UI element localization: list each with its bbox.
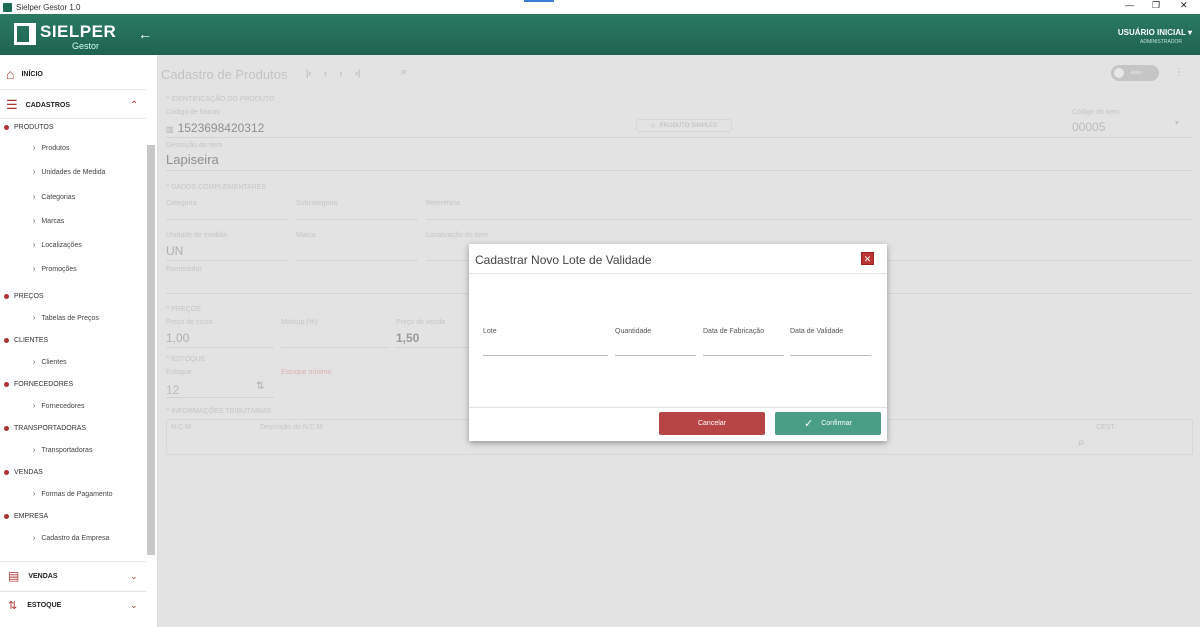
- sidebar-item-estoque[interactable]: ⇅ ESTOQUE ⌄: [8, 599, 154, 612]
- cancel-button[interactable]: Cancelar: [659, 412, 765, 435]
- item-label: Produtos: [41, 145, 70, 152]
- register-icon: ☰: [6, 97, 18, 112]
- logo: SIELPER: [14, 23, 116, 45]
- sidebar-group-vendas[interactable]: VENDAS: [0, 469, 146, 476]
- item-label: Unidades de Medida: [41, 169, 106, 176]
- dialog-title: Cadastrar Novo Lote de Validade: [475, 253, 652, 267]
- item-label: Marcas: [41, 218, 65, 225]
- group-label: PRODUTOS: [14, 124, 54, 131]
- user-menu[interactable]: USUÁRIO INICIAL ▾ ADMINISTRADOR: [1118, 28, 1192, 45]
- restore-button[interactable]: ❐: [1152, 0, 1160, 11]
- sidebar-group-fornecedores[interactable]: FORNECEDORES: [0, 381, 146, 388]
- sidebar-item-localizacoes[interactable]: › Localizações: [33, 242, 82, 249]
- app-icon: [3, 2, 12, 12]
- item-label: Tabelas de Preços: [41, 315, 99, 322]
- chevron-down-icon: ⌄: [130, 570, 138, 581]
- minimize-button[interactable]: —: [1125, 0, 1134, 10]
- sidebar: ⌂ INÍCIO ☰ CADASTROS ⌃ PRODUTOS › Produto…: [0, 55, 158, 627]
- sort-arrows-icon: ⇅: [8, 600, 18, 612]
- logo-mark: [14, 23, 36, 45]
- sidebar-group-precos[interactable]: PREÇOS: [0, 293, 146, 300]
- item-label: Formas de Pagamento: [41, 491, 113, 498]
- close-window-button[interactable]: ✕: [1180, 0, 1188, 11]
- sidebar-label: INÍCIO: [21, 70, 43, 78]
- button-label: Confirmar: [821, 420, 852, 427]
- group-label: FORNECEDORES: [14, 381, 74, 388]
- group-label: PREÇOS: [14, 293, 44, 300]
- sidebar-group-empresa[interactable]: EMPRESA: [0, 513, 146, 520]
- window-titlebar: Sielper Gestor 1.0 — ❐ ✕: [0, 0, 1200, 14]
- sidebar-group-produtos[interactable]: PRODUTOS: [0, 124, 146, 131]
- sidebar-label: VENDAS: [28, 572, 58, 580]
- sidebar-item-tabelas-precos[interactable]: › Tabelas de Preços: [33, 315, 99, 322]
- sidebar-item-transportadoras[interactable]: › Transportadoras: [33, 447, 92, 454]
- sidebar-item-unidades[interactable]: › Unidades de Medida: [33, 169, 106, 176]
- sidebar-item-clientes[interactable]: › Clientes: [33, 359, 67, 366]
- sidebar-item-produtos[interactable]: › Produtos: [33, 145, 69, 152]
- window-title: Sielper Gestor 1.0: [16, 2, 81, 12]
- label-validade: Data de Validade: [790, 328, 844, 335]
- logo-name: SIELPER: [40, 22, 117, 41]
- button-label: Cancelar: [697, 420, 726, 427]
- label-quantidade: Quantidade: [615, 328, 652, 335]
- label-fabricacao: Data de Fabricação: [703, 328, 765, 335]
- close-icon[interactable]: ✕: [861, 252, 874, 265]
- group-label: TRANSPORTADORAS: [14, 425, 87, 432]
- group-label: EMPRESA: [14, 513, 49, 520]
- sidebar-item-inicio[interactable]: ⌂ INÍCIO: [6, 66, 152, 82]
- item-label: Promoções: [41, 266, 77, 273]
- user-role: ADMINISTRADOR: [1140, 39, 1182, 45]
- sidebar-item-cadastros[interactable]: ☰ CADASTROS ⌃: [6, 97, 152, 113]
- sidebar-item-cadastro-empresa[interactable]: › Cadastro da Empresa: [33, 535, 109, 542]
- sidebar-item-categorias[interactable]: › Categorias: [33, 194, 75, 201]
- item-label: Categorias: [41, 194, 76, 201]
- group-label: CLIENTES: [14, 337, 49, 344]
- sidebar-scrollbar[interactable]: [147, 145, 155, 555]
- label-lote: Lote: [483, 328, 497, 335]
- group-label: VENDAS: [14, 469, 43, 476]
- sidebar-item-marcas[interactable]: › Marcas: [33, 218, 64, 225]
- fabricacao-input[interactable]: [703, 355, 784, 356]
- item-label: Clientes: [41, 359, 67, 366]
- sidebar-item-formas-pagamento[interactable]: › Formas de Pagamento: [33, 491, 113, 498]
- item-label: Fornecedores: [41, 403, 85, 410]
- item-label: Localizações: [41, 242, 82, 249]
- confirm-button[interactable]: ✓ Confirmar: [775, 412, 881, 435]
- check-icon: ✓: [804, 418, 814, 430]
- sidebar-group-transportadoras[interactable]: TRANSPORTADORAS: [0, 425, 146, 432]
- lot-validity-dialog: Cadastrar Novo Lote de Validade ✕ Lote Q…: [469, 244, 887, 441]
- user-name: USUÁRIO INICIAL ▾: [1117, 28, 1192, 37]
- logo-subtitle: Gestor: [72, 41, 100, 51]
- chevron-down-icon: ⌄: [130, 600, 138, 610]
- quantidade-input[interactable]: [615, 355, 696, 356]
- taskbar-indicator: [524, 0, 554, 2]
- item-label: Transportadoras: [41, 447, 93, 454]
- sidebar-item-vendas[interactable]: ▤ VENDAS ⌄: [8, 569, 154, 583]
- item-label: Cadastro da Empresa: [41, 535, 110, 542]
- sidebar-item-promocoes[interactable]: › Promoções: [33, 266, 77, 273]
- sidebar-label: CADASTROS: [25, 101, 70, 109]
- sidebar-item-fornecedores[interactable]: › Fornecedores: [33, 403, 85, 410]
- cash-register-icon: ▤: [8, 569, 20, 583]
- sidebar-label: ESTOQUE: [27, 602, 62, 609]
- home-icon: ⌂: [6, 66, 15, 82]
- chevron-up-icon: ⌃: [130, 99, 139, 111]
- sidebar-group-clientes[interactable]: CLIENTES: [0, 337, 146, 344]
- validade-input[interactable]: [790, 355, 871, 356]
- lote-input[interactable]: [483, 355, 608, 356]
- app-header: SIELPER Gestor ← USUÁRIO INICIAL ▾ ADMIN…: [0, 14, 1200, 55]
- back-arrow-icon[interactable]: ←: [138, 26, 152, 42]
